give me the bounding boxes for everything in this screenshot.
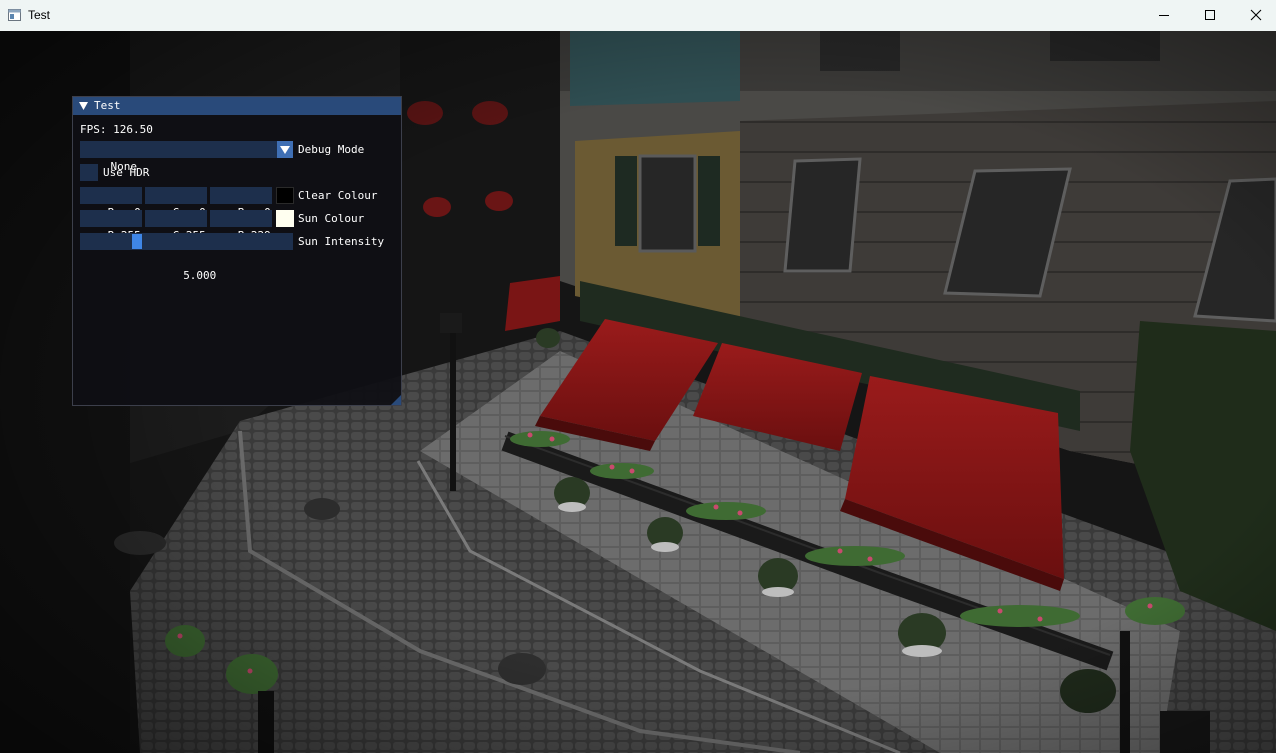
sun-intensity-label: Sun Intensity [298, 235, 385, 248]
debug-mode-combo[interactable]: None [80, 141, 277, 173]
panel-header[interactable]: Test [73, 97, 401, 115]
clear-colour-label: Clear Colour [298, 189, 378, 202]
use-hdr-label: Use HDR [103, 166, 150, 179]
chevron-down-icon [280, 146, 290, 154]
close-button[interactable] [1233, 0, 1276, 31]
debug-mode-dropdown-button[interactable] [277, 141, 293, 158]
window-titlebar[interactable]: Test [0, 0, 1276, 31]
clear-colour-r-input[interactable]: R: 0 [80, 187, 142, 219]
minimize-button[interactable] [1141, 0, 1187, 31]
clear-colour-g-input[interactable]: G: 0 [145, 187, 207, 219]
sun-colour-b-input[interactable]: B:229 [210, 210, 272, 242]
clear-colour-swatch[interactable] [276, 187, 294, 204]
maximize-button[interactable] [1187, 0, 1233, 31]
maximize-icon [1205, 10, 1215, 20]
resize-grip-icon[interactable] [391, 395, 401, 405]
use-hdr-checkbox[interactable] [80, 164, 98, 181]
sun-intensity-slider[interactable]: 5.000 [80, 233, 293, 282]
minimize-icon [1159, 15, 1169, 16]
sun-colour-g-input[interactable]: G:255 [145, 210, 207, 242]
sun-colour-label: Sun Colour [298, 212, 365, 225]
sun-intensity-value: 5.000 [183, 269, 217, 282]
clear-colour-b-input[interactable]: B: 0 [210, 187, 272, 219]
panel-title: Test [94, 99, 121, 112]
fps-readout: FPS: 126.50 [80, 123, 153, 136]
app-icon [8, 9, 21, 21]
debug-mode-label: Debug Mode [298, 143, 365, 156]
window-title: Test [28, 8, 51, 22]
slider-grab-handle[interactable] [132, 234, 142, 249]
close-icon [1250, 9, 1262, 21]
collapse-arrow-icon[interactable] [79, 102, 88, 110]
imgui-test-window[interactable]: Test FPS: 126.50 None Debug Mode Use HDR… [72, 96, 402, 406]
sun-colour-swatch[interactable] [276, 210, 294, 227]
sun-colour-r-input[interactable]: R:255 [80, 210, 142, 242]
